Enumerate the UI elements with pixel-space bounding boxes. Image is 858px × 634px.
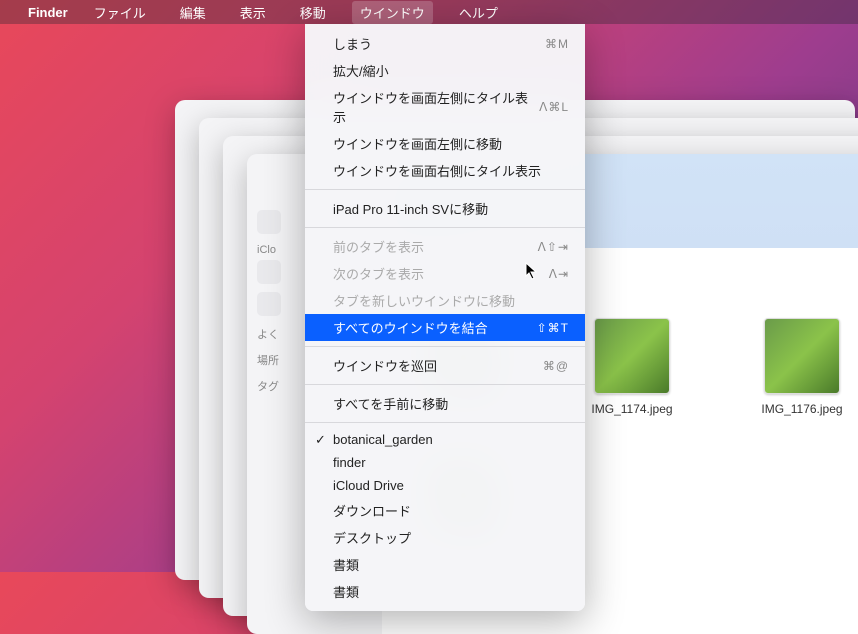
file-thumbnail[interactable]: IMG_1174.jpeg — [572, 318, 692, 416]
menubar-item[interactable]: ファイル — [86, 1, 154, 24]
menu-item[interactable]: iCloud Drive — [305, 474, 585, 497]
window-menu-dropdown: しまう⌘M拡大/縮小ウインドウを画面左側にタイル表示ᐱ⌘Lウインドウを画面左側に… — [305, 24, 585, 611]
menu-shortcut: ⌘@ — [543, 359, 569, 373]
menu-item-label: 書類 — [333, 555, 359, 574]
sidebar-icon-stub — [257, 210, 281, 234]
file-name: IMG_1174.jpeg — [572, 402, 692, 416]
menu-separator — [305, 227, 585, 228]
menu-shortcut: ᐱ⇧⇥ — [538, 240, 569, 254]
sidebar-icon-stub[interactable] — [257, 292, 281, 316]
menu-item[interactable]: ウインドウを画面左側に移動 — [305, 130, 585, 157]
menu-item-label: ウインドウを巡回 — [333, 356, 437, 375]
menubar: Finder ファイル編集表示移動ウインドウヘルプ — [0, 0, 858, 24]
menu-shortcut: ⌘M — [545, 37, 569, 51]
menu-item-label: 次のタブを表示 — [333, 264, 424, 283]
check-icon: ✓ — [315, 432, 326, 448]
menu-item-label: iPad Pro 11-inch SVに移動 — [333, 199, 488, 218]
menu-separator — [305, 189, 585, 190]
cursor-icon — [525, 262, 539, 280]
image-preview-icon — [594, 318, 670, 394]
menubar-item[interactable]: ヘルプ — [451, 1, 506, 24]
menu-item-label: ウインドウを画面左側にタイル表示 — [333, 88, 539, 126]
menubar-item[interactable]: 編集 — [172, 1, 214, 24]
menu-item[interactable]: すべてを手前に移動 — [305, 390, 585, 417]
menu-item-label: ウインドウを画面右側にタイル表示 — [333, 161, 541, 180]
menubar-item[interactable]: ウインドウ — [352, 1, 433, 24]
menu-item-label: iCloud Drive — [333, 478, 404, 493]
menu-item[interactable]: デスクトップ — [305, 524, 585, 551]
menu-item[interactable]: 書類 — [305, 578, 585, 605]
menu-item-label: 書類 — [333, 582, 359, 601]
menu-shortcut: ⇧⌘T — [537, 321, 569, 335]
menu-item[interactable]: 拡大/縮小 — [305, 57, 585, 84]
menu-item-label: finder — [333, 455, 366, 470]
menu-separator — [305, 346, 585, 347]
menu-item-label: ダウンロード — [333, 501, 411, 520]
menu-item: タブを新しいウインドウに移動 — [305, 287, 585, 314]
menubar-app-name[interactable]: Finder — [28, 5, 68, 20]
menu-item[interactable]: ウインドウを画面左側にタイル表示ᐱ⌘L — [305, 84, 585, 130]
menu-item[interactable]: 書類 — [305, 551, 585, 578]
menu-item[interactable]: しまう ⌘M — [305, 30, 585, 57]
menu-item[interactable]: iPad Pro 11-inch SVに移動 — [305, 195, 585, 222]
menu-item: 前のタブを表示 ᐱ⇧⇥ — [305, 233, 585, 260]
menu-item[interactable]: ウインドウを画面右側にタイル表示 — [305, 157, 585, 184]
menu-separator — [305, 384, 585, 385]
menu-item-label: すべてを手前に移動 — [333, 394, 448, 413]
menubar-item[interactable]: 移動 — [292, 1, 334, 24]
menu-shortcut: ᐱ⌘L — [539, 100, 569, 114]
menu-separator — [305, 422, 585, 423]
file-name: IMG_1176.jpeg — [742, 402, 858, 416]
menu-item-label: デスクトップ — [333, 528, 411, 547]
image-preview-icon — [764, 318, 840, 394]
menu-item[interactable]: ✓ botanical_garden — [305, 428, 585, 451]
file-thumbnail[interactable]: IMG_1176.jpeg — [742, 318, 858, 416]
sidebar-icon-stub[interactable] — [257, 260, 281, 284]
menu-item-label: すべてのウインドウを結合 — [333, 318, 488, 337]
menu-item-label: botanical_garden — [333, 432, 433, 447]
menu-item-label: ウインドウを画面左側に移動 — [333, 134, 502, 153]
menubar-item[interactable]: 表示 — [232, 1, 274, 24]
menu-item[interactable]: ウインドウを巡回 ⌘@ — [305, 352, 585, 379]
menu-item-label: 前のタブを表示 — [333, 237, 424, 256]
menu-item-label: しまう — [333, 34, 372, 53]
menu-item: 次のタブを表示 ᐱ⇥ — [305, 260, 585, 287]
menu-item[interactable]: すべてのウインドウを結合 ⇧⌘T — [305, 314, 585, 341]
menu-item-label: タブを新しいウインドウに移動 — [333, 291, 515, 310]
menu-item[interactable]: ダウンロード — [305, 497, 585, 524]
menu-shortcut: ᐱ⇥ — [549, 267, 569, 281]
menu-item[interactable]: finder — [305, 451, 585, 474]
menu-item-label: 拡大/縮小 — [333, 61, 389, 80]
